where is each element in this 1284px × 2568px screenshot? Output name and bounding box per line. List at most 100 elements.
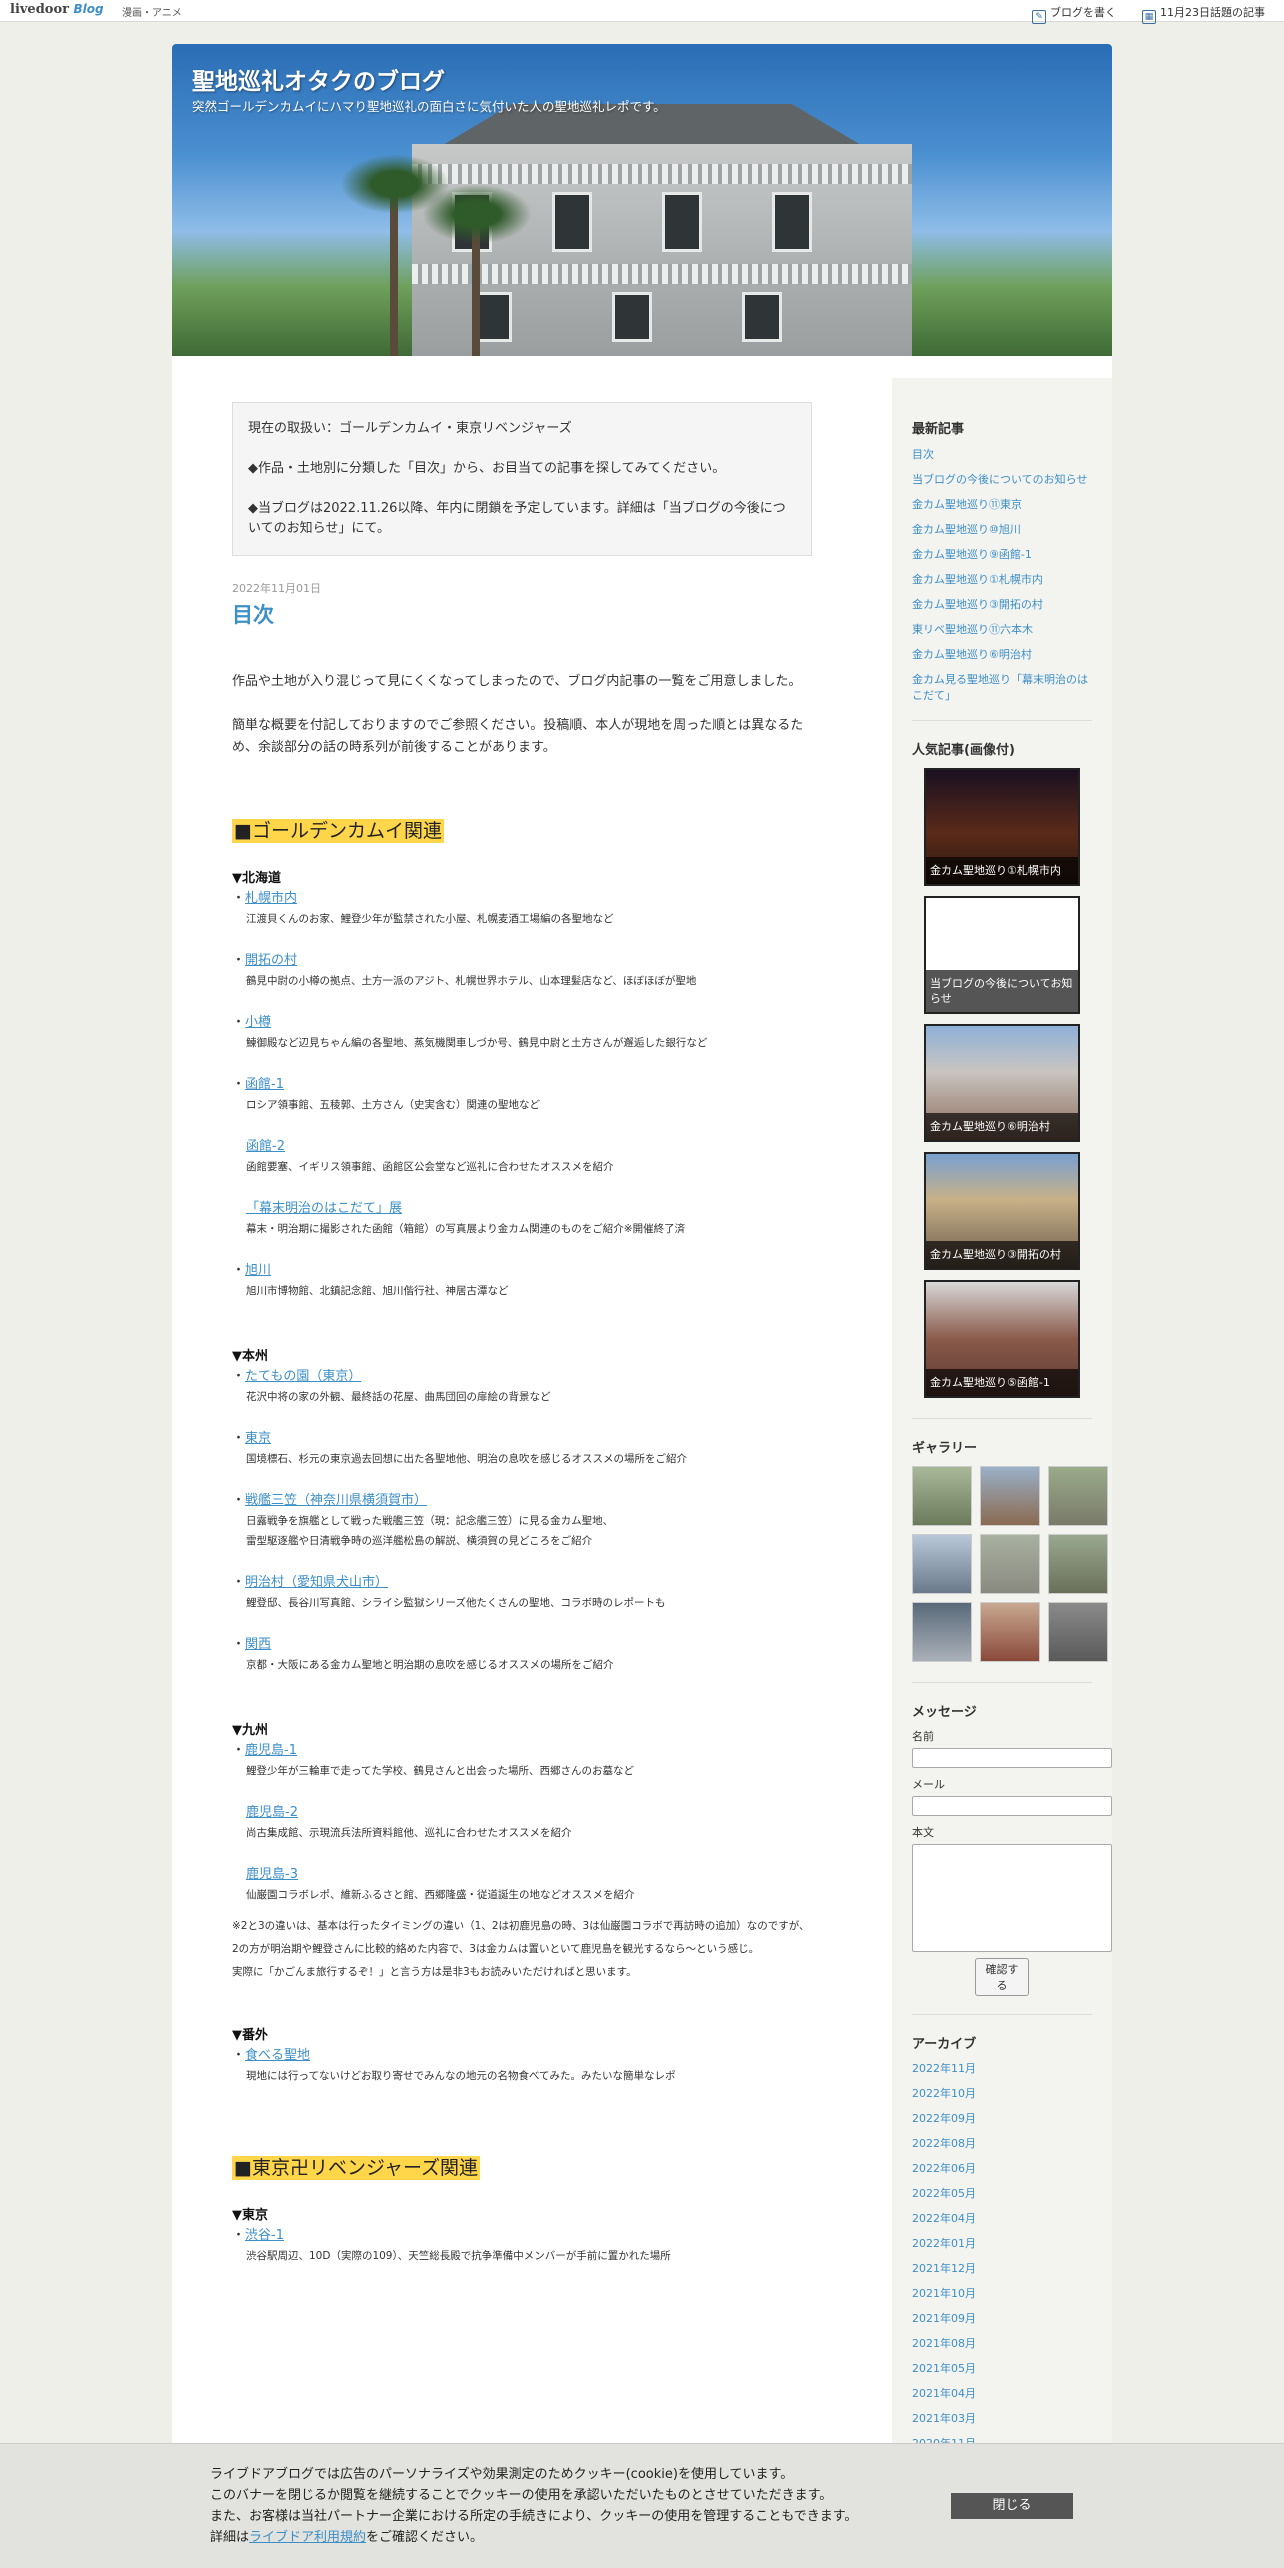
- gallery-thumbnail[interactable]: [912, 1466, 972, 1526]
- article-link[interactable]: 戦艦三笠（神奈川県横須賀市）: [245, 1493, 427, 1508]
- recent-article-link[interactable]: 金カム聖地巡り③開拓の村: [912, 597, 1092, 613]
- article-link[interactable]: 関西: [245, 1637, 271, 1652]
- gallery-thumbnail[interactable]: [1048, 1602, 1108, 1662]
- archive-link[interactable]: 2022年06月: [912, 2156, 1092, 2181]
- archive-link[interactable]: 2021年04月: [912, 2381, 1092, 2406]
- gallery-thumbnail[interactable]: [1048, 1534, 1108, 1594]
- archive-title: アーカイブ: [912, 2037, 977, 2052]
- window: [772, 192, 812, 252]
- divider: [912, 1682, 1092, 1683]
- archive-link[interactable]: 2022年04月: [912, 2206, 1092, 2231]
- item-line: ・明治村（愛知県犬山市）: [232, 1573, 812, 1593]
- email-field[interactable]: [912, 1796, 1112, 1816]
- palm-leaves: [422, 184, 532, 244]
- archive-link[interactable]: 2022年10月: [912, 2081, 1092, 2106]
- gallery-thumbnail[interactable]: [1048, 1466, 1108, 1526]
- list-item: ・明治村（愛知県犬山市） 鯉登邸、長谷川写真館、シライシ監獄シリーズ他たくさんの聖…: [232, 1573, 812, 1613]
- message-form: 名前 メール 本文 確認する: [912, 1728, 1112, 1996]
- gallery-grid: [912, 1466, 1108, 1662]
- recent-article-link[interactable]: 金カム聖地巡り⑨函館-1: [912, 547, 1092, 563]
- archive-link[interactable]: 2021年03月: [912, 2406, 1092, 2431]
- trending-link[interactable]: ▦ 11月23日話題の記事: [1142, 4, 1265, 24]
- popular-article-card[interactable]: 金カム聖地巡り⑥明治村: [924, 1024, 1080, 1142]
- popular-article-card[interactable]: 当ブログの今後についてお知らせ: [924, 896, 1080, 1014]
- recent-article-link[interactable]: 当ブログの今後についてのお知らせ: [912, 472, 1092, 488]
- article-description: 旭川市博物館、北鎮記念館、旭川偕行社、神居古潭など: [246, 1285, 509, 1297]
- region-heading-bangai: ▼番外: [232, 2028, 268, 2043]
- list-item: ・鹿児島-1 鯉登少年が三輪車で走ってた学校、鶴見さんと出会った場所、西郷さんのお…: [232, 1741, 812, 1781]
- popular-article-card[interactable]: 金カム聖地巡り⑤函館-1: [924, 1280, 1080, 1398]
- archive-link[interactable]: 2022年11月: [912, 2056, 1092, 2081]
- popular-article-card[interactable]: 金カム聖地巡り①札幌市内: [924, 768, 1080, 886]
- article-link[interactable]: 鹿児島-3: [246, 1867, 298, 1882]
- article-link[interactable]: 「幕末明治のはこだて」展: [246, 1201, 402, 1216]
- archive-link[interactable]: 2022年05月: [912, 2181, 1092, 2206]
- article-link[interactable]: 鹿児島-2: [246, 1805, 298, 1820]
- archive-link[interactable]: 2021年12月: [912, 2256, 1092, 2281]
- archive-link[interactable]: 2022年09月: [912, 2106, 1092, 2131]
- window: [662, 192, 702, 252]
- archive-link[interactable]: 2021年08月: [912, 2331, 1092, 2356]
- recent-article-link[interactable]: 東リベ聖地巡り⑪六本木: [912, 622, 1092, 638]
- article-link[interactable]: 渋谷-1: [245, 2228, 284, 2243]
- write-blog-link[interactable]: ✎ ブログを書く: [1032, 4, 1116, 24]
- article-link[interactable]: 小樽: [245, 1015, 271, 1030]
- recent-article-link[interactable]: 金カム聖地巡り⑪東京: [912, 497, 1092, 513]
- gallery-thumbnail[interactable]: [980, 1534, 1040, 1594]
- archive-link[interactable]: 2022年08月: [912, 2131, 1092, 2156]
- item-line: ・開拓の村: [232, 951, 812, 971]
- recent-article-link[interactable]: 金カム見る聖地巡り「幕末明治のはこだて」: [912, 672, 1092, 704]
- article-link[interactable]: 開拓の村: [245, 953, 297, 968]
- archive-link[interactable]: 2022年01月: [912, 2231, 1092, 2256]
- gallery-thumbnail[interactable]: [912, 1602, 972, 1662]
- article-link[interactable]: たてもの園（東京）: [245, 1369, 361, 1384]
- cookie-line: また、お客様は当社パートナー企業における所定の手続きにより、クッキーの使用を管理…: [210, 2509, 858, 2524]
- article-link[interactable]: 食べる聖地: [245, 2048, 310, 2063]
- item-line: 鹿児島-3: [232, 1865, 812, 1885]
- list-item: ・東京 国境標石、杉元の東京過去回想に出た各聖地他、明治の息吹を感じるオススメの場…: [232, 1429, 812, 1469]
- article-title[interactable]: 目次: [232, 599, 812, 629]
- name-field[interactable]: [912, 1748, 1112, 1768]
- cookie-line: このバナーを閉じるか閲覧を継続することでクッキーの使用を承認いただいたものとさせ…: [210, 2488, 833, 2503]
- recent-article-link[interactable]: 金カム聖地巡り⑩旭川: [912, 522, 1092, 538]
- notice-line: 現在の取扱い：ゴールデンカムイ・東京リベンジャーズ: [248, 421, 572, 436]
- list-item: ・旭川旭川市博物館、北鎮記念館、旭川偕行社、神居古潭など: [232, 1261, 812, 1301]
- gallery-thumbnail[interactable]: [980, 1602, 1040, 1662]
- article-link[interactable]: 札幌市内: [245, 891, 297, 906]
- region-heading-honshu: ▼本州: [232, 1349, 268, 1364]
- terms-link[interactable]: ライブドア利用規約: [249, 2530, 366, 2545]
- article-link[interactable]: 旭川: [245, 1263, 271, 1278]
- article-link[interactable]: 函館-2: [246, 1139, 285, 1154]
- popular-article-card[interactable]: 金カム聖地巡り③開拓の村: [924, 1152, 1080, 1270]
- article-description: 函館要塞、イギリス領事館、函館区公会堂など巡礼に合わせたオススメを紹介: [246, 1161, 614, 1173]
- gallery-thumbnail[interactable]: [912, 1534, 972, 1594]
- confirm-button[interactable]: 確認する: [975, 1958, 1029, 1996]
- bullet: ・: [232, 1431, 246, 1446]
- message-textarea[interactable]: [912, 1844, 1112, 1952]
- close-cookie-button[interactable]: 閉じる: [951, 2493, 1073, 2519]
- article-link[interactable]: 函館-1: [245, 1077, 284, 1092]
- livedoor-blog-logo[interactable]: livedoor Blog: [10, 2, 104, 17]
- name-label: 名前: [912, 1730, 934, 1743]
- article-description: 鶴見中尉の小樽の拠点、土方一派のアジト、札幌世界ホテル、山本理髪店など、ほぼほぼ…: [246, 975, 697, 987]
- bullet: ・: [232, 1263, 246, 1278]
- archive-link[interactable]: 2021年05月: [912, 2356, 1092, 2381]
- list-item: 函館-2 函館要塞、イギリス領事館、函館区公会堂など巡礼に合わせたオススメを紹介: [232, 1137, 812, 1177]
- article-description: 仙巌園コラボレポ、維新ふるさと館、西郷隆盛・従道誕生の地などオススメを紹介: [246, 1889, 635, 1901]
- article-link[interactable]: 鹿児島-1: [245, 1743, 297, 1758]
- gallery-thumbnail[interactable]: [980, 1466, 1040, 1526]
- recent-article-link[interactable]: 金カム聖地巡り①札幌市内: [912, 572, 1092, 588]
- archive-link[interactable]: 2021年09月: [912, 2306, 1092, 2331]
- intro-paragraph: 作品や土地が入り混じって見にくくなってしまったので、ブログ内記事の一覧をご用意し…: [232, 674, 802, 689]
- list-item: ・食べる聖地 現地には行ってないけどお取り寄せでみんなの地元の名物食べてみた。みた…: [232, 2046, 812, 2086]
- write-blog-label: ブログを書く: [1050, 6, 1116, 19]
- list-kyushu: ・鹿児島-1 鯉登少年が三輪車で走ってた学校、鶴見さんと出会った場所、西郷さんのお…: [232, 1741, 812, 1905]
- recent-article-link[interactable]: 金カム聖地巡り⑥明治村: [912, 647, 1092, 663]
- category-link[interactable]: 漫画・アニメ: [122, 4, 182, 19]
- article-link[interactable]: 東京: [245, 1431, 271, 1446]
- article-link[interactable]: 明治村（愛知県犬山市）: [245, 1575, 388, 1590]
- region-heading-tokyo: ▼東京: [232, 2208, 268, 2223]
- blog-title[interactable]: 聖地巡礼オタクのブログ: [192, 62, 445, 96]
- recent-article-link[interactable]: 目次: [912, 447, 1092, 463]
- archive-link[interactable]: 2021年10月: [912, 2281, 1092, 2306]
